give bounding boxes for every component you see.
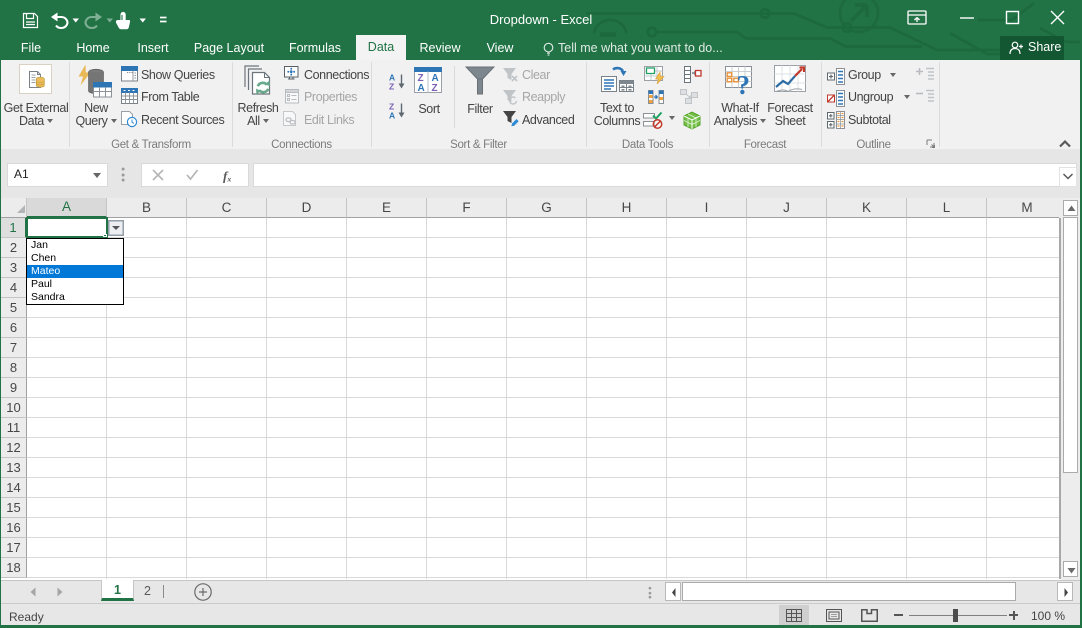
svg-text:A: A [389,111,395,121]
svg-text:A: A [418,83,425,94]
svg-text:Z: Z [389,82,394,92]
svg-text:?: ? [737,70,751,99]
svg-text:fₓ: fₓ [223,169,232,184]
svg-text:Z: Z [432,83,438,94]
